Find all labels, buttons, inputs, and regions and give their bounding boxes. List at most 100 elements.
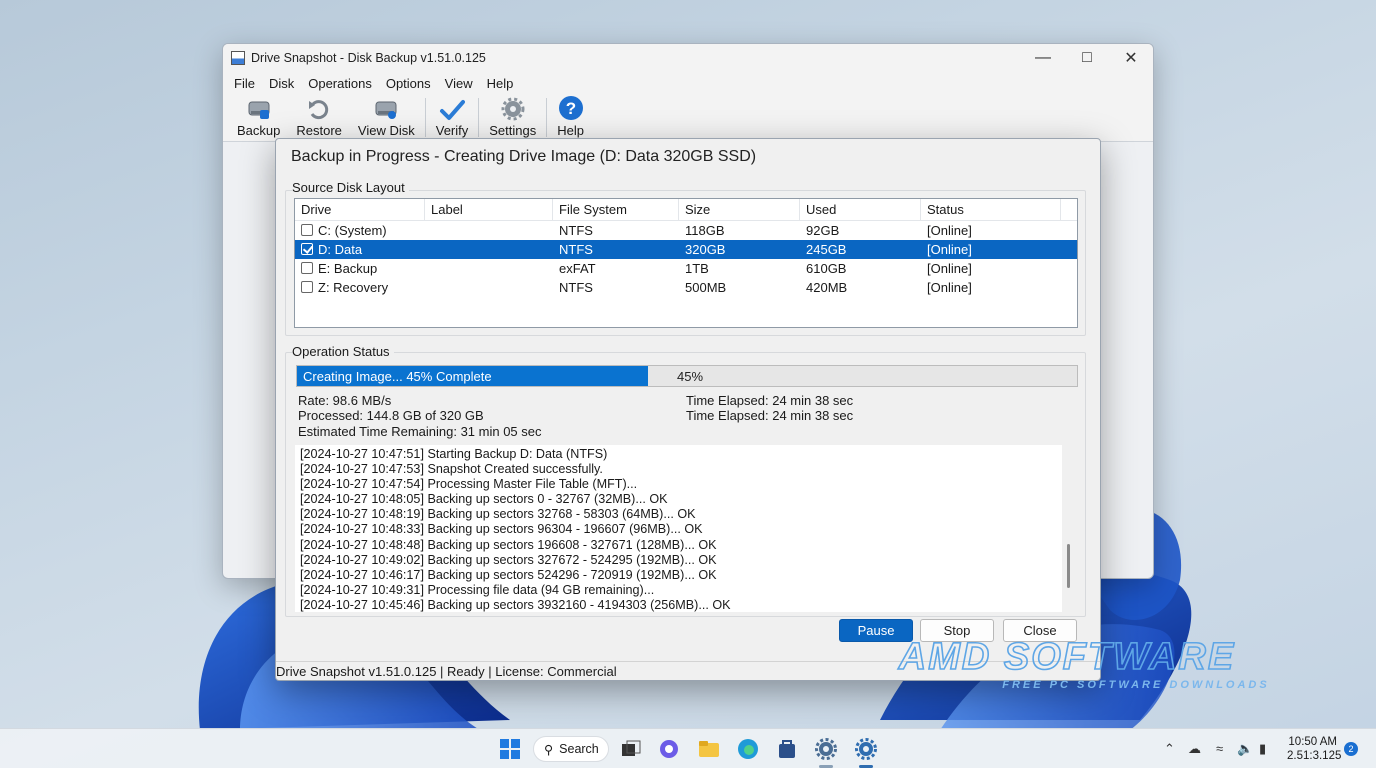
drive-row-e[interactable]: E: Backup exFAT 1TB 610GB [Online] — [295, 259, 1077, 278]
taskbar: ⚲ Search ⌃ ☁ ≈ 🔈 ▮ 10:50 AM 2.51:3.125 2 — [0, 728, 1376, 768]
volume-icon[interactable]: 🔈 — [1237, 741, 1253, 757]
chevron-up-icon[interactable]: ⌃ — [1164, 741, 1175, 757]
help-toolbar-button[interactable]: ? Help — [549, 94, 592, 141]
menu-file[interactable]: File — [227, 76, 262, 91]
gear-icon — [501, 97, 525, 121]
log-line: [2024-10-27 10:49:31] Processing file da… — [300, 582, 655, 597]
menu-help[interactable]: Help — [480, 76, 521, 91]
toolbar-separator — [478, 98, 480, 137]
menu-disk[interactable]: Disk — [262, 76, 301, 91]
battery-icon[interactable]: ▮ — [1259, 741, 1266, 757]
backup-label: Backup — [237, 123, 281, 138]
view-disk-icon — [375, 101, 397, 119]
log-line: [2024-10-27 10:47:53] Snapshot Created s… — [300, 462, 603, 477]
drive-list: Drive Label File System Size Used Status… — [294, 198, 1078, 328]
menu-view[interactable]: View — [438, 76, 480, 91]
backup-progress-dialog: Backup in Progress - Creating Drive Imag… — [275, 138, 1101, 681]
close-window-button[interactable]: ✕ — [1109, 44, 1153, 72]
title-bar[interactable]: Drive Snapshot - Disk Backup v1.51.0.125… — [223, 44, 1153, 72]
log-line: [2024-10-27 10:47:51] Starting Backup D:… — [300, 447, 608, 461]
svg-text:?: ? — [565, 99, 575, 118]
drive-checkbox-checked[interactable] — [301, 243, 313, 255]
remaining-text: Estimated Time Remaining: 31 min 05 sec — [298, 424, 542, 439]
restore-label: Restore — [296, 123, 342, 138]
drive-used: 92GB — [806, 223, 840, 238]
drive-checkbox[interactable] — [301, 224, 313, 236]
rate-text: Rate: 98.6 MB/s — [298, 393, 392, 408]
log-output[interactable]: [2024-10-27 10:47:51] Starting Backup D:… — [295, 445, 1062, 612]
edge-browser-icon[interactable] — [736, 737, 760, 761]
task-view-icon[interactable] — [619, 737, 643, 761]
maximize-button[interactable]: □ — [1065, 44, 1109, 72]
file-explorer-icon[interactable] — [697, 737, 721, 761]
settings-taskbar-icon[interactable] — [814, 737, 838, 761]
drive-name: C: (System) — [318, 223, 387, 238]
drive-status: [Online] — [927, 261, 972, 276]
clock-date: 2.51:3.125 — [1287, 750, 1342, 762]
drive-size: 118GB — [685, 223, 725, 238]
search-label: Search — [559, 742, 599, 756]
progress-bar: Creating Image... 45% Complete 45% — [296, 365, 1078, 387]
drive-snapshot-taskbar-icon[interactable] — [854, 737, 878, 761]
drive-status: [Online] — [927, 223, 972, 238]
drive-name: Z: Recovery — [318, 280, 389, 295]
taskbar-search[interactable]: ⚲ Search — [533, 736, 609, 762]
log-line: [2024-10-27 10:47:54] Processing Master … — [300, 477, 638, 492]
drive-name: E: Backup — [318, 261, 378, 276]
column-label[interactable]: Label — [425, 198, 553, 221]
help-label: Help — [557, 123, 584, 138]
drive-size: 320GB — [685, 242, 726, 257]
taskbar-clock[interactable]: 10:50 AM 2.51:3.125 — [1287, 735, 1342, 763]
clock-time: 10:50 AM — [1288, 736, 1337, 748]
menu-operations[interactable]: Operations — [301, 76, 379, 91]
log-line: [2024-10-27 10:48:19] Backing up sectors… — [300, 507, 696, 522]
column-used[interactable]: Used — [800, 198, 921, 221]
drive-checkbox[interactable] — [301, 262, 313, 274]
column-file-system[interactable]: File System — [553, 198, 679, 221]
menu-options[interactable]: Options — [379, 76, 438, 91]
cloud-icon[interactable]: ☁ — [1188, 741, 1201, 757]
log-scrollbar[interactable] — [1067, 544, 1070, 588]
drive-used: 420MB — [806, 280, 848, 295]
windows-logo-icon — [500, 739, 520, 759]
drive-checkbox[interactable] — [301, 281, 313, 293]
stop-button[interactable]: Stop — [920, 619, 994, 642]
wifi-icon[interactable]: ≈ — [1216, 741, 1223, 756]
drive-status: [Online] — [927, 280, 972, 295]
settings-label: Settings — [489, 123, 537, 138]
notification-badge[interactable]: 2 — [1344, 742, 1358, 756]
drive-row-z[interactable]: Z: Recovery NTFS 500MB 420MB [Online] — [295, 278, 1077, 297]
backup-toolbar-button[interactable]: Backup — [229, 94, 288, 141]
verify-toolbar-button[interactable]: Verify — [428, 94, 477, 141]
dialog-title: Backup in Progress - Creating Drive Imag… — [291, 148, 757, 165]
drive-row-c[interactable]: C: (System) NTFS 118GB 92GB [Online] — [295, 221, 1077, 240]
log-line: [2024-10-27 10:45:46] Backing up sectors… — [300, 597, 731, 612]
pause-button[interactable]: Pause — [839, 619, 913, 642]
drive-status: [Online] — [927, 242, 972, 257]
log-line: [2024-10-27 10:49:02] Backing up sectors… — [300, 552, 717, 567]
window-title: Drive Snapshot - Disk Backup v1.51.0.125 — [251, 51, 486, 65]
start-button[interactable] — [498, 737, 522, 761]
restore-toolbar-button[interactable]: Restore — [288, 94, 350, 141]
column-size[interactable]: Size — [679, 198, 800, 221]
chat-icon[interactable] — [657, 737, 681, 761]
view-disk-toolbar-button[interactable]: View Disk — [350, 94, 423, 141]
drive-fs: NTFS — [559, 223, 593, 238]
status-bar: Drive Snapshot v1.51.0.125 | Ready | Lic… — [276, 661, 1100, 681]
help-question-icon: ? — [558, 96, 583, 120]
log-line: [2024-10-27 10:48:05] Backing up sectors… — [300, 492, 668, 507]
log-line: [2024-10-27 10:46:17] Backing up sectors… — [300, 567, 717, 582]
search-icon: ⚲ — [544, 742, 554, 757]
store-icon[interactable] — [775, 737, 799, 761]
view-disk-label: View Disk — [357, 123, 415, 138]
drive-row-d-selected[interactable]: D: Data NTFS 320GB 245GB [Online] — [295, 240, 1077, 259]
settings-toolbar-button[interactable]: Settings — [481, 94, 544, 141]
log-line: [2024-10-27 10:48:48] Backing up sectors… — [300, 537, 717, 552]
minimize-button[interactable]: — — [1021, 44, 1065, 72]
drive-used: 610GB — [806, 261, 847, 276]
operation-status-label: Operation Status — [292, 344, 394, 359]
column-drive[interactable]: Drive — [295, 198, 425, 221]
close-button[interactable]: Close — [1003, 619, 1077, 642]
column-status[interactable]: Status — [921, 198, 1061, 221]
checkmark-icon — [440, 100, 465, 120]
